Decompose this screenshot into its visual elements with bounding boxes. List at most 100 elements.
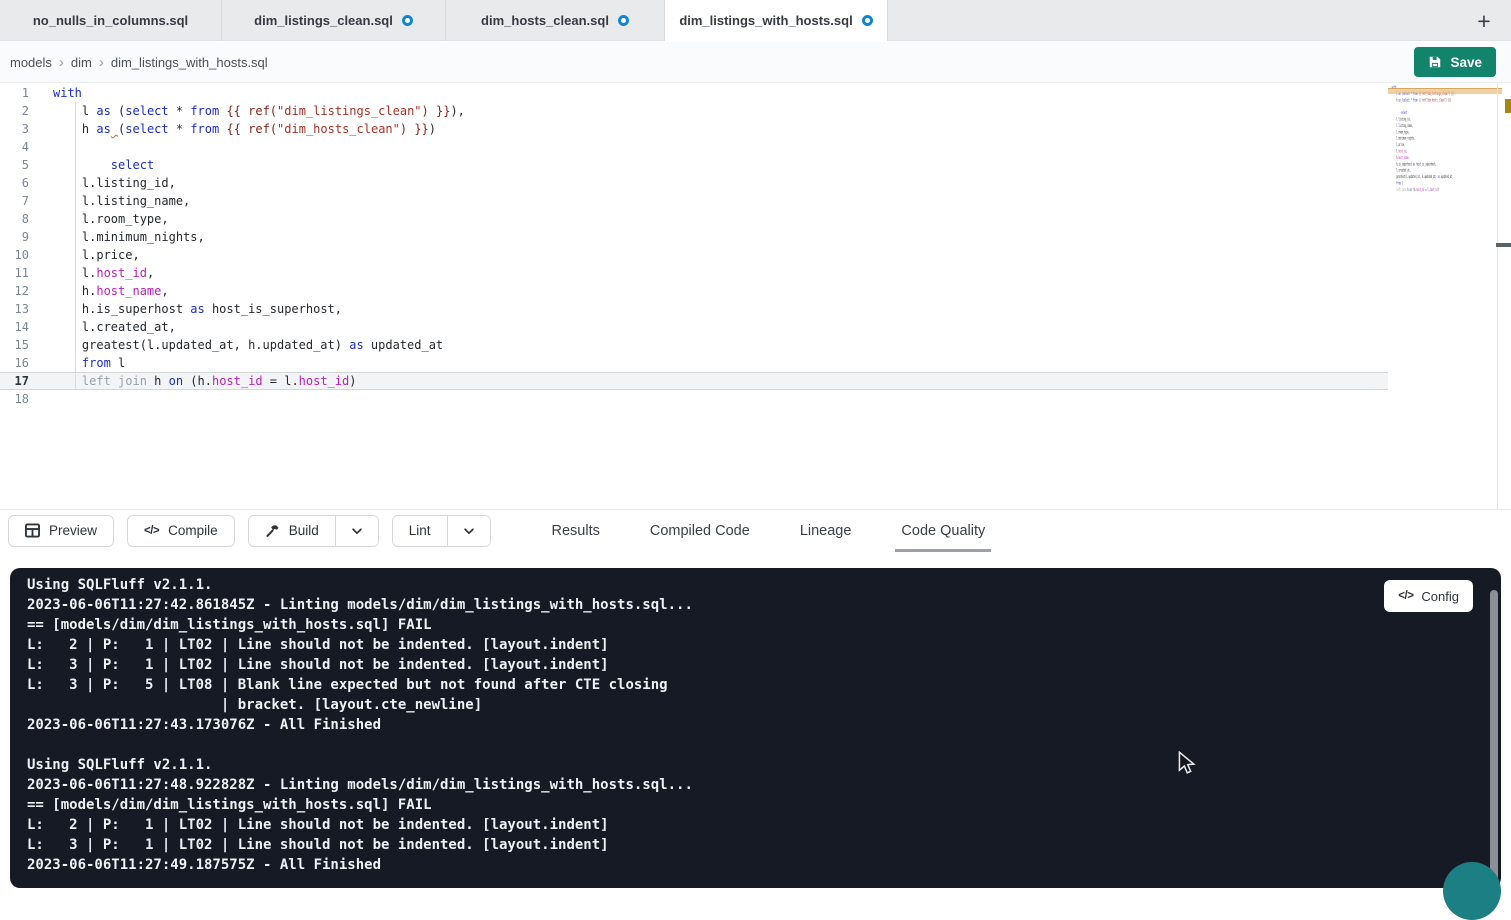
unsaved-changes-dot[interactable] [402, 15, 413, 26]
action-bar: Preview </> Compile Build Lint [0, 509, 1511, 551]
build-split-button: Build [248, 515, 379, 547]
line-number: 3 [0, 120, 29, 138]
code-line[interactable]: 15 greatest(l.updated_at, h.updated_at) … [0, 336, 1388, 354]
code-line[interactable]: 6 l.listing_id, [0, 174, 1388, 192]
preview-label: Preview [49, 523, 97, 538]
tab-compiled-code[interactable]: Compiled Code [644, 510, 756, 552]
chevron-down-icon [462, 524, 476, 538]
file-tabs: no_nulls_in_columns.sql dim_listings_clea… [0, 0, 888, 40]
code-line[interactable]: 7 l.listing_name, [0, 192, 1388, 210]
lint-label: Lint [409, 523, 431, 538]
terminal-scrollbar-thumb[interactable] [1490, 590, 1498, 888]
save-label: Save [1450, 55, 1482, 70]
chevron-right-icon: › [99, 54, 104, 71]
file-tab[interactable]: dim_hosts_clean.sql [446, 0, 665, 41]
code-line[interactable]: 17 left join h on (h.host_id = l.host_id… [0, 372, 1388, 390]
config-button[interactable]: </> Config [1384, 580, 1473, 612]
build-button[interactable]: Build [249, 516, 335, 546]
code-line[interactable]: 11 l.host_id, [0, 264, 1388, 282]
tab-lineage[interactable]: Lineage [794, 510, 858, 552]
code-line[interactable]: 18 [0, 390, 1388, 408]
breadcrumb-item[interactable]: dim [71, 55, 92, 70]
tab-code-quality[interactable]: Code Quality [895, 510, 991, 552]
terminal-panel: Using SQLFluff v2.1.1. 2023-06-06T11:27:… [10, 568, 1501, 888]
line-number: 15 [0, 336, 29, 354]
lint-split-button: Lint [392, 515, 491, 547]
panel-tabs: Results Compiled Code Lineage Code Quali… [546, 510, 992, 552]
code-line[interactable]: 10 l.price, [0, 246, 1388, 264]
build-menu-button[interactable] [335, 516, 378, 546]
save-button[interactable]: Save [1414, 47, 1496, 77]
code-icon: </> [1398, 590, 1413, 602]
help-chat-bubble[interactable] [1443, 862, 1501, 920]
file-tab-label: no_nulls_in_columns.sql [33, 13, 188, 28]
code-line[interactable]: 13 h.is_superhost as host_is_superhost, [0, 300, 1388, 318]
line-number: 2 [0, 102, 29, 120]
breadcrumb-bar: models › dim › dim_listings_with_hosts.sql S… [0, 42, 1511, 83]
terminal-output: Using SQLFluff v2.1.1. 2023-06-06T11:27:… [10, 568, 1501, 875]
line-number: 11 [0, 264, 29, 282]
unsaved-changes-dot[interactable] [618, 15, 629, 26]
file-tab-label: dim_hosts_clean.sql [481, 13, 609, 28]
file-tab[interactable]: no_nulls_in_columns.sql [0, 0, 222, 41]
line-number: 8 [0, 210, 29, 228]
minimap-content: 1with2 l as (select * from {{ ref("dim_l… [1388, 84, 1465, 199]
code-line[interactable]: 5 select [0, 156, 1388, 174]
line-number: 13 [0, 300, 29, 318]
chevron-right-icon: › [59, 54, 64, 71]
code-lines: 1with2 l as (select * from {{ ref("dim_l… [0, 84, 1388, 408]
code-line[interactable]: 8 l.room_type, [0, 210, 1388, 228]
line-number: 6 [0, 174, 29, 192]
line-number: 10 [0, 246, 29, 264]
code-editor[interactable]: 1with2 l as (select * from {{ ref("dim_l… [0, 83, 1511, 509]
chevron-down-icon [350, 524, 364, 538]
line-number: 12 [0, 282, 29, 300]
code-icon: </> [144, 525, 159, 537]
breadcrumb: models › dim › dim_listings_with_hosts.sql [10, 42, 268, 82]
config-label: Config [1421, 589, 1459, 604]
hammer-icon [265, 523, 280, 538]
line-number: 17 [0, 372, 29, 390]
file-tab-label: dim_listings_clean.sql [254, 13, 393, 28]
line-number: 18 [0, 390, 29, 408]
code-line[interactable]: 3 h as (select * from {{ ref("dim_hosts_… [0, 120, 1388, 138]
compile-button[interactable]: </> Compile [127, 515, 235, 547]
compile-label: Compile [168, 523, 218, 538]
code-line[interactable]: 2 l as (select * from {{ ref("dim_listin… [0, 102, 1388, 120]
code-line[interactable]: 1with [0, 84, 1388, 102]
line-number: 5 [0, 156, 29, 174]
minimap-highlight-bar [1388, 88, 1502, 94]
build-label: Build [289, 523, 319, 538]
line-number: 9 [0, 228, 29, 246]
new-tab-button[interactable]: + [1469, 6, 1499, 36]
file-tab[interactable]: dim_listings_with_hosts.sql [665, 0, 888, 41]
editor-scrollbar-thumb[interactable] [1496, 243, 1511, 247]
line-number: 1 [0, 84, 29, 102]
breadcrumb-item[interactable]: models [10, 55, 52, 70]
code-line[interactable]: 9 l.minimum_nights, [0, 228, 1388, 246]
unsaved-changes-dot[interactable] [862, 15, 873, 26]
file-tab-label: dim_listings_with_hosts.sql [679, 13, 852, 28]
minimap[interactable]: 1with2 l as (select * from {{ ref("dim_l… [1388, 84, 1465, 214]
code-line[interactable]: 14 l.created_at, [0, 318, 1388, 336]
line-number: 16 [0, 354, 29, 372]
line-number: 14 [0, 318, 29, 336]
mouse-cursor [1176, 751, 1198, 775]
save-icon [1428, 55, 1442, 69]
file-tab-bar: no_nulls_in_columns.sql dim_listings_clea… [0, 0, 1511, 41]
lint-button[interactable]: Lint [393, 516, 447, 546]
tab-results[interactable]: Results [546, 510, 606, 552]
preview-button[interactable]: Preview [8, 515, 114, 547]
code-line[interactable]: 4 [0, 138, 1388, 156]
editor-scroll-ruler [1497, 83, 1498, 509]
file-tab[interactable]: dim_listings_clean.sql [222, 0, 446, 41]
scroll-warning-marker [1505, 99, 1511, 113]
line-number: 4 [0, 138, 29, 156]
table-icon [25, 523, 40, 538]
line-number: 7 [0, 192, 29, 210]
breadcrumb-item[interactable]: dim_listings_with_hosts.sql [111, 55, 268, 70]
code-line[interactable]: 12 h.host_name, [0, 282, 1388, 300]
indent-guide [75, 102, 76, 390]
lint-menu-button[interactable] [447, 516, 490, 546]
code-line[interactable]: 16 from l [0, 354, 1388, 372]
